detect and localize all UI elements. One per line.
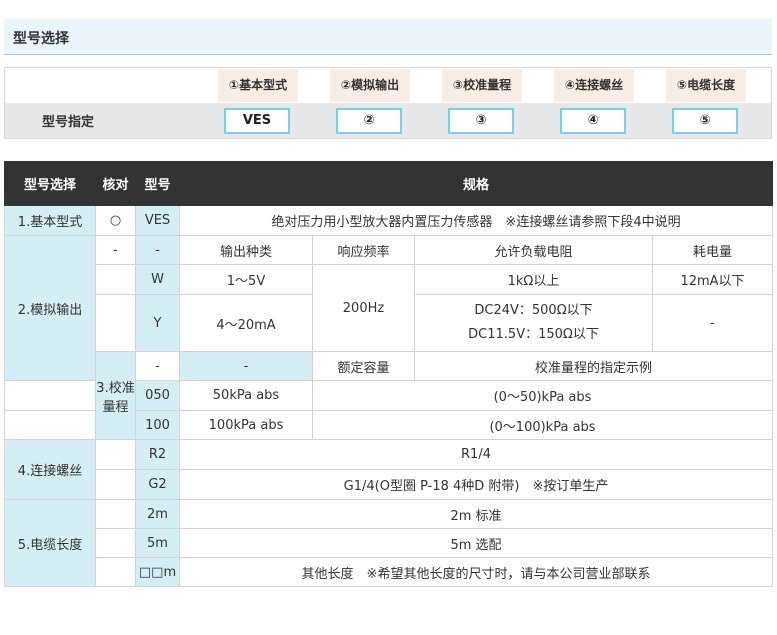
spec-text: R1/4 (178, 439, 774, 470)
table-row: 1.基本型式 ○ VES 绝对压力用小型放大器内置压力传感器 ※连接螺丝请参照下… (4, 205, 774, 236)
model-code: Y (135, 294, 180, 352)
section-title-bar: 型号选择 (4, 19, 772, 55)
calibration-example-value: (0～50)kPa abs (311, 380, 774, 411)
header-model: 型号 (135, 161, 180, 206)
check-dash: - (135, 351, 180, 381)
load-resistance-line-2: DC11.5V：150Ω以下 (468, 327, 599, 342)
model-designation-label: 型号指定 (42, 115, 95, 130)
spec-text: 2m 标准 (178, 499, 774, 529)
output-type-value: 4～20mA (179, 294, 313, 352)
table-row: 4.连接螺丝 R2 R1/4 (4, 439, 774, 500)
subheader-rated-capacity: 额定容量 (312, 351, 415, 381)
slot-heading-connection-thread: ④连接螺丝 (554, 69, 634, 102)
check-cell (95, 528, 136, 558)
subheader-output-type: 输出种类 (179, 235, 313, 265)
model-designation-box: 型号指定 ①基本型式 ②模拟输出 ③校准量程 ④连接螺丝 ⑤电缆长度 VES ②… (4, 67, 772, 139)
check-cell (95, 264, 136, 295)
load-resistance-line-1: DC24V：500Ω以下 (474, 303, 593, 318)
table-row: □□m 其他长度 ※希望其他长度的尺寸时，请与本公司营业部联系 (5, 557, 774, 587)
model-code: R2 (135, 439, 180, 470)
slot-value-basic-type: VES (224, 108, 290, 134)
power-consumption-value: 12mA以下 (651, 264, 774, 295)
subheader-calibration-example: 校准量程的指定示例 (413, 351, 774, 381)
model-code: VES (135, 205, 180, 236)
slot-value-cable-length: ⑤ (672, 108, 738, 134)
check-cell (95, 469, 136, 500)
model-code: - (179, 351, 313, 381)
spec-text: 绝对压力用小型放大器内置压力传感器 ※连接螺丝请参照下段4中说明 (178, 205, 774, 236)
slot-value-analog-output: ② (336, 108, 402, 134)
model-code: - (135, 235, 180, 265)
model-code: 100 (135, 410, 180, 440)
output-type-value: 1～5V (179, 264, 313, 295)
load-resistance-value: 1kΩ以上 (414, 264, 653, 295)
rated-capacity-value: 100kPa abs (179, 410, 313, 440)
slot-heading-basic-type: ①基本型式 (218, 69, 298, 102)
subheader-load-resistance: 允许负载电阻 (414, 235, 653, 265)
check-cell (4, 410, 96, 440)
model-code: G2 (135, 469, 180, 500)
model-code: W (135, 264, 180, 295)
table-row: W 1～5V 200Hz 1kΩ以上 12mA以下 (5, 264, 774, 352)
header-check: 核对 (95, 161, 136, 206)
check-cell (95, 294, 136, 352)
section-analog-output: 2.模拟输出 (4, 235, 96, 381)
page-title: 型号选择 (13, 31, 69, 47)
check-dash: - (95, 235, 136, 265)
model-code: □□m (135, 557, 180, 587)
spec-table: 型号选择 核对 型号 规格 1.基本型式 ○ VES 绝对压力用小型放大器内置压… (4, 161, 774, 587)
table-row: 2.模拟输出 - - 输出种类 响应频率 允许负载电阻 耗电量 (4, 235, 774, 381)
section-cable-length: 5.电缆长度 (4, 499, 96, 587)
section-calibration-range: 3.校准量程 (95, 351, 136, 440)
table-row: 3.校准量程 - - 额定容量 校准量程的指定示例 (5, 351, 774, 440)
spec-text: 其他长度 ※希望其他长度的尺寸时，请与本公司营业部联系 (178, 557, 774, 587)
check-cell (95, 557, 136, 587)
table-row: G2 G1/4(O型圈 P-18 4种D 附带) ※按订单生产 (5, 469, 774, 500)
section-connection-thread: 4.连接螺丝 (4, 439, 96, 500)
check-cell (4, 380, 96, 411)
load-resistance-value: DC24V：500Ω以下 DC11.5V：150Ω以下 (414, 294, 653, 352)
model-code: 050 (135, 380, 180, 411)
subheader-power-consumption: 耗电量 (651, 235, 774, 265)
table-row: 5.电缆长度 2m 2m 标准 (4, 499, 774, 587)
slot-value-calibration-range: ③ (448, 108, 514, 134)
slot-heading-calibration-range: ③校准量程 (442, 69, 522, 102)
header-spec: 规格 (178, 161, 774, 206)
check-cell (95, 499, 136, 529)
model-code: 5m (135, 528, 180, 558)
check-mark: ○ (95, 205, 136, 236)
slot-value-connection-thread: ④ (560, 108, 626, 134)
slot-heading-analog-output: ②模拟输出 (330, 69, 410, 102)
slot-heading-cable-length: ⑤电缆长度 (666, 69, 746, 102)
section-basic-type: 1.基本型式 (4, 205, 96, 236)
response-frequency-value: 200Hz (312, 264, 415, 352)
check-cell (95, 439, 136, 470)
calibration-example-value: (0～100)kPa abs (311, 410, 774, 440)
header-model-select: 型号选择 (4, 161, 96, 206)
model-code: 2m (135, 499, 180, 529)
spec-text: 5m 选配 (178, 528, 774, 558)
subheader-response-frequency: 响应频率 (312, 235, 415, 265)
rated-capacity-value: 50kPa abs (179, 380, 313, 411)
table-row: 5m 5m 选配 (5, 528, 774, 558)
spec-text: G1/4(O型圈 P-18 4种D 附带) ※按订单生产 (178, 469, 774, 500)
table-header-row: 型号选择 核对 型号 规格 (4, 161, 774, 206)
power-consumption-value: - (651, 294, 774, 352)
